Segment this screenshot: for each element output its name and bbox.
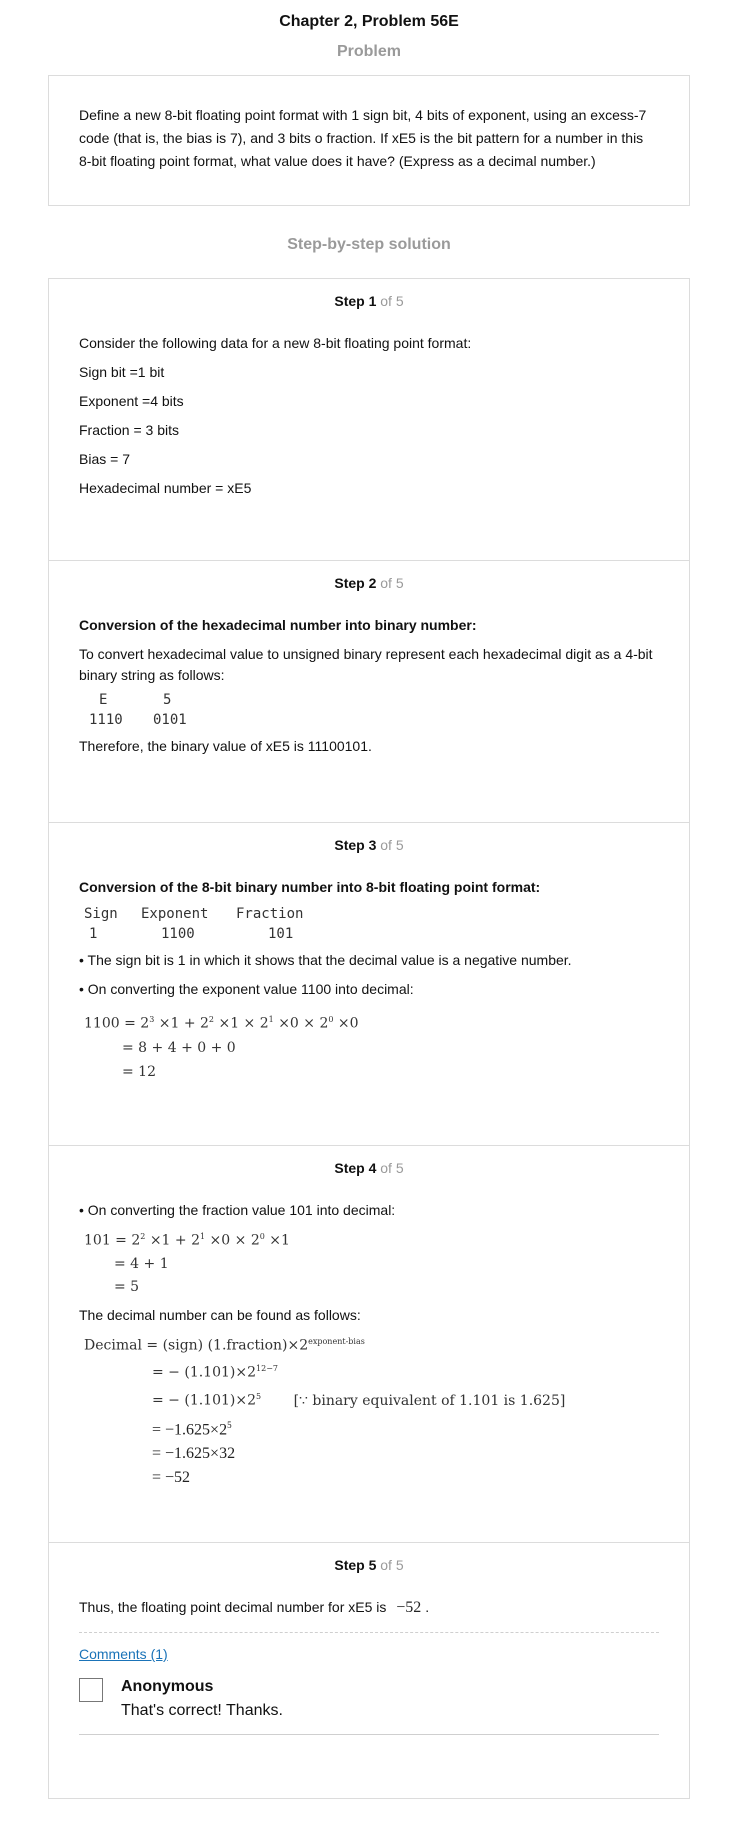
step-of: of 5 (380, 837, 404, 853)
bin-digit: 1110 (89, 712, 123, 728)
equation-line: = −52 (152, 1468, 191, 1486)
step-2-header: Step 2 of 5 (79, 561, 659, 591)
step-of: of 5 (380, 575, 404, 591)
equation-superscript: 5 (256, 1391, 262, 1401)
equation-line: = −1.625×32 (152, 1444, 236, 1462)
step-label: Step 4 (334, 1160, 377, 1176)
divider (79, 1632, 659, 1633)
decimal-equation: Decimal = (sign) (1.fraction)×2exponent-… (84, 1330, 659, 1490)
float-format-table: Sign Exponent Fraction 1 1100 101 (84, 904, 659, 944)
steps-container: Step 1 of 5 Consider the following data … (48, 278, 690, 1799)
problem-heading: Problem (336, 43, 401, 60)
step-label: Step 1 (334, 293, 377, 309)
table-cell: 101 (268, 926, 294, 942)
table-cell: 1 (89, 926, 98, 942)
equation-lhs: 1100 (84, 1015, 120, 1032)
step-1-line: Fraction = 3 bits (79, 422, 179, 438)
step-2-heading: Conversion of the hexadecimal number int… (79, 617, 477, 633)
divider (79, 1734, 659, 1735)
step-5-text: Thus, the floating point decimal number … (79, 1597, 659, 1618)
equation-superscript: 12−7 (256, 1364, 278, 1374)
table-header: Sign (84, 906, 118, 922)
step-2-conclusion: Therefore, the binary value of xE5 is 11… (79, 738, 372, 754)
step-3-bullet: • On converting the exponent value 1100 … (79, 981, 414, 997)
step-1-line: Bias = 7 (79, 451, 130, 467)
equation-note: [∵ binary equivalent of 1.101 is 1.625] (293, 1392, 566, 1409)
table-header: Exponent (141, 906, 209, 922)
step-4-bullet: • On converting the fraction value 101 i… (79, 1202, 396, 1218)
equation-line: = − (1.101)×2 (152, 1392, 257, 1409)
step-1: Step 1 of 5 Consider the following data … (49, 279, 689, 560)
equation-line: = − (1.101)×2 (152, 1364, 257, 1381)
step-label: Step 2 (334, 575, 377, 591)
hex-digit: E (99, 692, 108, 708)
step-4-header: Step 4 of 5 (79, 1146, 659, 1176)
step-label: Step 3 (334, 837, 377, 853)
step-2: Step 2 of 5 Conversion of the hexadecima… (49, 560, 689, 822)
equation-rhs: = (sign) (1.fraction)×2 (146, 1337, 309, 1354)
equation-line: = 4 + 1 (114, 1255, 169, 1272)
solution-heading: Step-by-step solution (287, 236, 451, 253)
comment-author: Anonymous (121, 1678, 214, 1695)
answer-sentence: Thus, the floating point decimal number … (79, 1599, 387, 1615)
hex-digit: 5 (163, 692, 172, 708)
step-3-header: Step 3 of 5 (79, 823, 659, 853)
equation-line: = −1.625×2 (152, 1420, 228, 1438)
step-of: of 5 (380, 1557, 404, 1573)
fraction-equation: 101 = 22 ×1 + 21 ×0 × 20 ×1 = 4 + 1 = 5 (84, 1225, 659, 1299)
comment-item: Anonymous That's correct! Thanks. (79, 1678, 659, 1720)
comment-text: That's correct! Thanks. (121, 1702, 283, 1719)
comment-avatar (79, 1678, 103, 1702)
solution-page: Chapter 2, Problem 56E Problem Define a … (0, 0, 738, 1799)
equation-lhs: Decimal (84, 1337, 142, 1354)
exponent-equation: 1100 = 23 ×1 + 22 ×1 × 21 ×0 × 20 ×0 = 8… (84, 1008, 659, 1084)
problem-box: Define a new 8-bit floating point format… (48, 75, 690, 206)
table-header: Fraction (236, 906, 304, 922)
step-2-text: To convert hexadecimal value to unsigned… (79, 646, 653, 683)
final-answer: −52 (396, 1599, 422, 1616)
step-5: Step 5 of 5 Thus, the floating point dec… (49, 1542, 689, 1798)
step-of: of 5 (380, 1160, 404, 1176)
step-4-text: The decimal number can be found as follo… (79, 1306, 361, 1323)
comments-link[interactable]: Comments (1) (79, 1646, 168, 1662)
problem-text: Define a new 8-bit floating point format… (79, 107, 647, 169)
step-1-line: Hexadecimal number = xE5 (79, 480, 252, 496)
step-1-line: Sign bit =1 bit (79, 364, 165, 380)
step-5-header: Step 5 of 5 (79, 1543, 659, 1573)
step-of: of 5 (380, 293, 404, 309)
step-3-heading: Conversion of the 8-bit binary number in… (79, 879, 541, 895)
step-1-intro: Consider the following data for a new 8-… (79, 335, 472, 351)
answer-period: . (425, 1599, 430, 1615)
step-4: Step 4 of 5 • On converting the fraction… (49, 1145, 689, 1542)
equation-superscript: 5 (227, 1419, 232, 1430)
hex-binary-table: E 5 1110 0101 (79, 690, 659, 730)
step-3: Step 3 of 5 Conversion of the 8-bit bina… (49, 822, 689, 1145)
bin-digit: 0101 (153, 712, 187, 728)
equation-superscript: exponent-bias (308, 1336, 365, 1346)
step-1-header: Step 1 of 5 (79, 279, 659, 309)
equation-lhs: 101 (84, 1232, 111, 1249)
equation-line: = 12 (122, 1063, 156, 1080)
table-cell: 1100 (161, 926, 195, 942)
step-label: Step 5 (334, 1557, 377, 1573)
page-title: Chapter 2, Problem 56E (279, 13, 459, 30)
step-3-bullet: • The sign bit is 1 in which it shows th… (79, 952, 572, 968)
equation-line: = 5 (114, 1278, 140, 1295)
step-1-line: Exponent =4 bits (79, 393, 184, 409)
equation-line: = 8 + 4 + 0 + 0 (122, 1039, 236, 1056)
